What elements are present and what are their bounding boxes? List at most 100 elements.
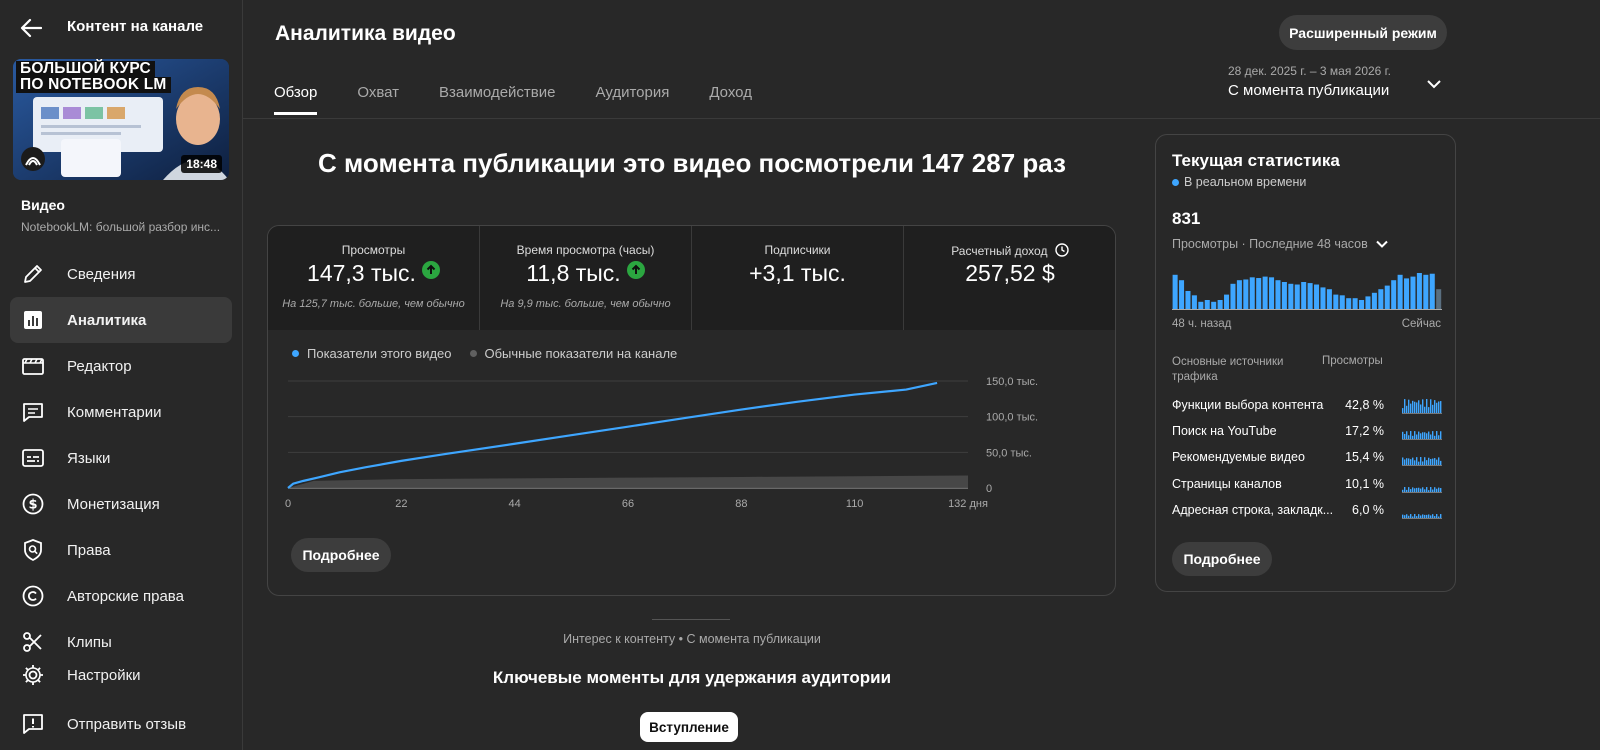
back-arrow-icon[interactable] [20,16,46,40]
sidebar-item-label: Редактор [67,357,132,375]
sparkline-bar [1412,435,1414,439]
sidebar-item-clips[interactable]: Клипы [10,619,232,665]
series-this-video-line [287,381,938,489]
sparkline-bar [1426,399,1428,413]
metric-title: Расчетный доход [951,244,1048,258]
sparkline-bar [1414,460,1416,465]
intro-button[interactable]: Вступление [640,712,738,742]
sparkline-bar [1434,487,1436,492]
sparkline-bar [1424,432,1426,439]
sidebar-item-label: Сведения [67,265,136,283]
legend-channel-typical[interactable]: Обычные показатели на канале [469,346,677,361]
legend-this-video[interactable]: Показатели этого видео [292,346,452,361]
realtime-bar [1423,274,1429,309]
sparkline-bar [1418,487,1420,492]
sparkline-bar [1404,399,1406,413]
tab-overview[interactable]: Обзор [274,84,318,115]
traffic-source-row[interactable]: Поиск на YouTube 17,2 % [1172,424,1444,442]
sparkline-bar [1426,487,1428,492]
sparkline-bar [1406,489,1408,492]
realtime-bar [1275,280,1281,309]
video-thumbnail[interactable]: БОЛЬШОЙ КУРС ПО NOTEBOOK LM 18:48 [13,59,229,180]
chevron-down-icon [1376,240,1388,248]
copyright-icon [21,584,45,608]
sparkline-bar [1422,461,1424,465]
realtime-bar [1224,294,1230,309]
bars-end-label: Сейчас [1401,318,1441,330]
sidebar-item-comments[interactable]: Комментарии [10,389,232,435]
sparkline-bar [1440,401,1442,413]
pencil-icon [21,262,45,286]
realtime-bar [1436,289,1442,309]
sidebar-item-feedback[interactable]: Отправить отзыв [10,701,232,747]
sidebar-item-editor[interactable]: Редактор [10,343,232,389]
realtime-bar [1346,298,1352,309]
views-header: Просмотры [1322,355,1383,367]
x-tick-label: 44 [509,498,521,510]
sparkline-bar [1420,433,1422,439]
metric-value: +3,1 тыс. [749,260,846,286]
sidebar-item-copyright[interactable]: Авторские права [10,573,232,619]
sparkline-bar [1430,458,1432,465]
realtime-bar [1378,289,1384,309]
traffic-source-row[interactable]: Рекомендуемые видео 15,4 % [1172,450,1444,468]
sidebar-item-monetization[interactable]: $ Монетизация [10,481,232,527]
metric-views[interactable]: Просмотры 147,3 тыс. На 125,7 тыс. больш… [268,226,480,330]
metric-subscribers[interactable]: Подписчики +3,1 тыс. [692,226,904,330]
traffic-source-row[interactable]: Страницы каналов 10,1 % [1172,477,1444,495]
sidebar-item-settings[interactable]: Настройки [10,661,232,689]
tab-engagement[interactable]: Взаимодействие [439,84,555,115]
sidebar-item-details[interactable]: Сведения [10,251,232,297]
metric-watch-time[interactable]: Время просмотра (часы) 11,8 тыс. На 9,9 … [480,226,692,330]
advanced-mode-button[interactable]: Расширенный режим [1279,15,1447,50]
realtime-bar [1217,300,1223,309]
realtime-bar [1191,295,1197,309]
traffic-source-row[interactable]: Функции выбора контента 42,8 % [1172,398,1444,416]
date-mode[interactable]: С момента публикации [1228,82,1389,99]
trend-up-icon [626,261,645,279]
sidebar-item-analytics[interactable]: Аналитика [10,297,232,343]
traffic-source-row[interactable]: Адресная строка, закладк... 6,0 % [1172,503,1444,521]
sparkline-bar [1428,407,1430,413]
realtime-card: Текущая статистика В реальном времени 83… [1155,134,1456,592]
realtime-bar [1391,280,1397,309]
x-tick-label: 110 [846,498,864,510]
date-range[interactable]: 28 дек. 2025 г. – 3 мая 2026 г. [1228,64,1391,78]
chevron-down-icon[interactable] [1424,74,1444,94]
clock-icon [1055,243,1069,257]
sidebar-item-rights[interactable]: Права [10,527,232,573]
sparkline-bar [1406,405,1408,413]
overview-more-button[interactable]: Подробнее [291,538,391,572]
realtime-more-button[interactable]: Подробнее [1172,542,1272,576]
realtime-count: 831 [1172,209,1201,228]
sidebar-item-languages[interactable]: Языки [10,435,232,481]
realtime-bar [1410,276,1416,309]
tab-reach[interactable]: Охват [357,84,399,115]
realtime-period[interactable]: Просмотры · Последние 48 часов [1172,236,1390,252]
legend-dot [292,350,299,357]
metric-revenue[interactable]: Расчетный доход 257,52 $ [904,226,1115,330]
sparkline-bar [1402,514,1404,518]
sparkline-bar [1420,515,1422,518]
sparkline-bar [1432,431,1434,439]
sparkline-bar [1434,516,1436,518]
sparkline-bar [1432,514,1434,518]
tab-revenue[interactable]: Доход [709,84,752,115]
sparkline-bar [1428,514,1430,518]
source-sparkline [1402,487,1442,493]
sparkline-bar [1406,458,1408,465]
realtime-bar [1211,301,1217,309]
legend-dot [469,350,477,357]
sidebar-item-label: Настройки [67,666,141,684]
sparkline-bar [1404,433,1406,439]
sparkline-bar [1414,514,1416,518]
sparkline-bar [1434,435,1436,439]
realtime-bar [1352,298,1358,309]
sparkline-bar [1438,401,1440,413]
sparkline-bar [1424,406,1426,413]
sparkline-bar [1404,487,1406,492]
realtime-bar [1249,277,1255,309]
tab-audience[interactable]: Аудитория [595,84,669,115]
realtime-bar [1256,278,1262,309]
tabs-divider [243,118,1600,119]
